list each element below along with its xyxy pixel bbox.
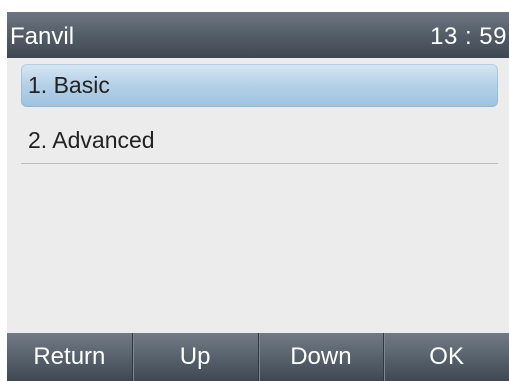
return-button[interactable]: Return: [7, 333, 133, 381]
ok-button[interactable]: OK: [384, 333, 509, 381]
down-button[interactable]: Down: [259, 333, 385, 381]
divider: [21, 163, 498, 164]
menu-item-advanced[interactable]: 2. Advanced: [21, 119, 498, 164]
menu-item-label: 1. Basic: [28, 72, 110, 98]
softkey-bar: Return Up Down OK: [7, 333, 509, 381]
status-bar: Fanvil 13 : 59: [7, 12, 509, 58]
menu-item-basic[interactable]: 1. Basic: [21, 64, 498, 107]
clock: 13 : 59: [430, 23, 507, 50]
phone-screen: Fanvil 13 : 59 1. Basic 2. Advanced Retu…: [7, 12, 509, 381]
up-button[interactable]: Up: [133, 333, 259, 381]
menu-list: 1. Basic 2. Advanced: [21, 64, 498, 164]
brand-name: Fanvil: [10, 23, 75, 50]
menu-item-label: 2. Advanced: [28, 127, 155, 153]
